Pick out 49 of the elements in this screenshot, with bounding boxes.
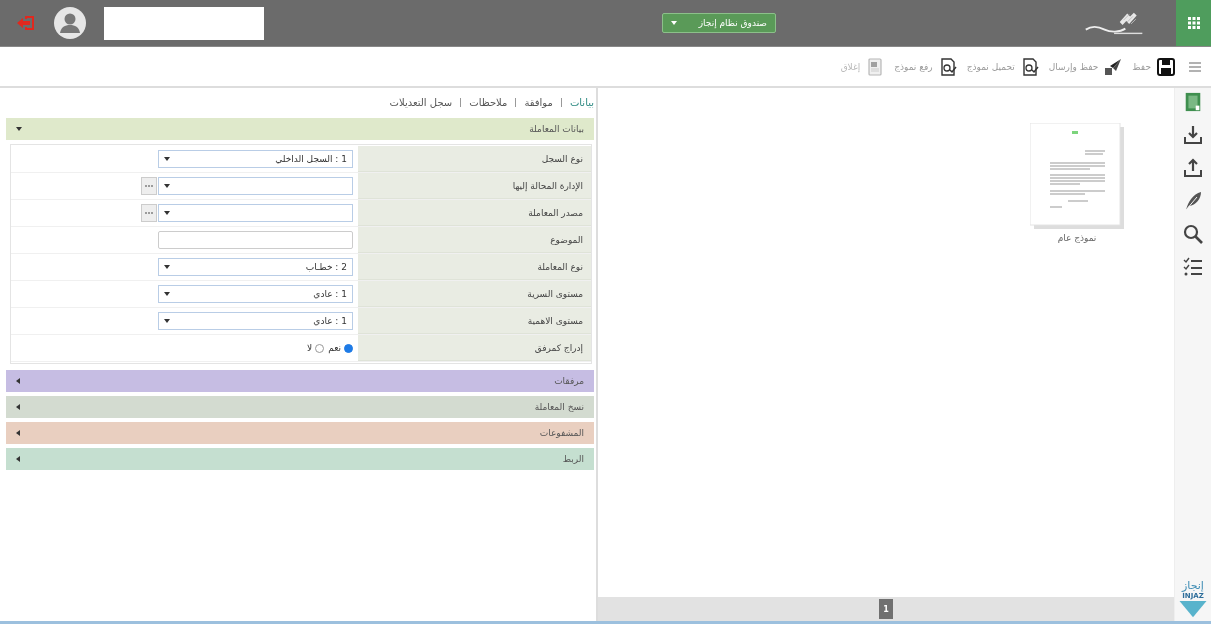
page-button[interactable]: 1: [879, 599, 893, 619]
upload-icon[interactable]: [1183, 158, 1203, 178]
avatar-icon[interactable]: [54, 7, 86, 39]
section-header[interactable]: بيانات المعاملة: [6, 118, 594, 140]
section-header[interactable]: المشفوعات: [6, 422, 594, 444]
toolbar-button[interactable]: حفظ: [1132, 57, 1175, 76]
field-label: نوع السجل: [358, 146, 591, 172]
tab[interactable]: موافقة: [524, 96, 553, 108]
tab[interactable]: بيانات: [569, 96, 594, 108]
apps-grid-button[interactable]: [1176, 0, 1211, 46]
browse-button[interactable]: [141, 177, 157, 195]
section-header[interactable]: مرفقات: [6, 370, 594, 392]
template-caption[interactable]: نموذج عام: [1057, 233, 1097, 243]
section-header[interactable]: نسخ المعاملة: [6, 396, 594, 418]
grid-icon: [1187, 17, 1200, 29]
field-label: الإدارة المحالة إليها: [358, 173, 591, 199]
document-icon: [866, 57, 885, 76]
select-field[interactable]: [158, 177, 353, 195]
document-thumbnail-drawing[interactable]: [1030, 123, 1124, 229]
field-label: مصدر المعاملة: [358, 200, 591, 226]
paper-plane-icon: [1104, 57, 1123, 76]
field-label: مستوى الاهمية: [358, 308, 591, 334]
system-dropdown[interactable]: صندوق نظام إنجاز: [662, 13, 776, 33]
document-check-icon: [1020, 57, 1039, 76]
user-name-field[interactable]: [104, 6, 264, 40]
field-label: إدراج كمرفق: [358, 335, 591, 361]
search-icon[interactable]: [1183, 224, 1203, 244]
browse-button[interactable]: [141, 204, 157, 222]
section-header[interactable]: الربط: [6, 448, 594, 470]
toolbar-button[interactable]: حفظ وإرسال: [1048, 57, 1123, 76]
tab[interactable]: ملاحظات: [469, 96, 508, 108]
tab[interactable]: سجل التعديلات: [389, 96, 453, 108]
radio-option[interactable]: نعم: [328, 343, 353, 353]
field-label: الموضوع: [358, 227, 591, 253]
select-field[interactable]: 1 : عادي: [158, 285, 353, 303]
field-label: مستوى السرية: [358, 281, 591, 307]
document-check-icon: [938, 57, 957, 76]
select-field[interactable]: 1 : عادي: [158, 312, 353, 330]
select-field[interactable]: [158, 204, 353, 222]
field-label: نوع المعاملة: [358, 254, 591, 280]
download-icon[interactable]: [1183, 125, 1203, 145]
select-field[interactable]: 1 : السجل الداخلي: [158, 150, 353, 168]
toolbar-button[interactable]: رفع نموذج: [894, 57, 957, 76]
document-icon[interactable]: [1183, 92, 1203, 112]
checklist-icon[interactable]: [1183, 257, 1203, 277]
toolbar-button[interactable]: تحميل نموذج: [966, 57, 1039, 76]
feather-icon[interactable]: [1183, 191, 1203, 211]
select-field[interactable]: 2 : خطـاب: [158, 258, 353, 276]
menu-icon[interactable]: [1189, 61, 1201, 72]
